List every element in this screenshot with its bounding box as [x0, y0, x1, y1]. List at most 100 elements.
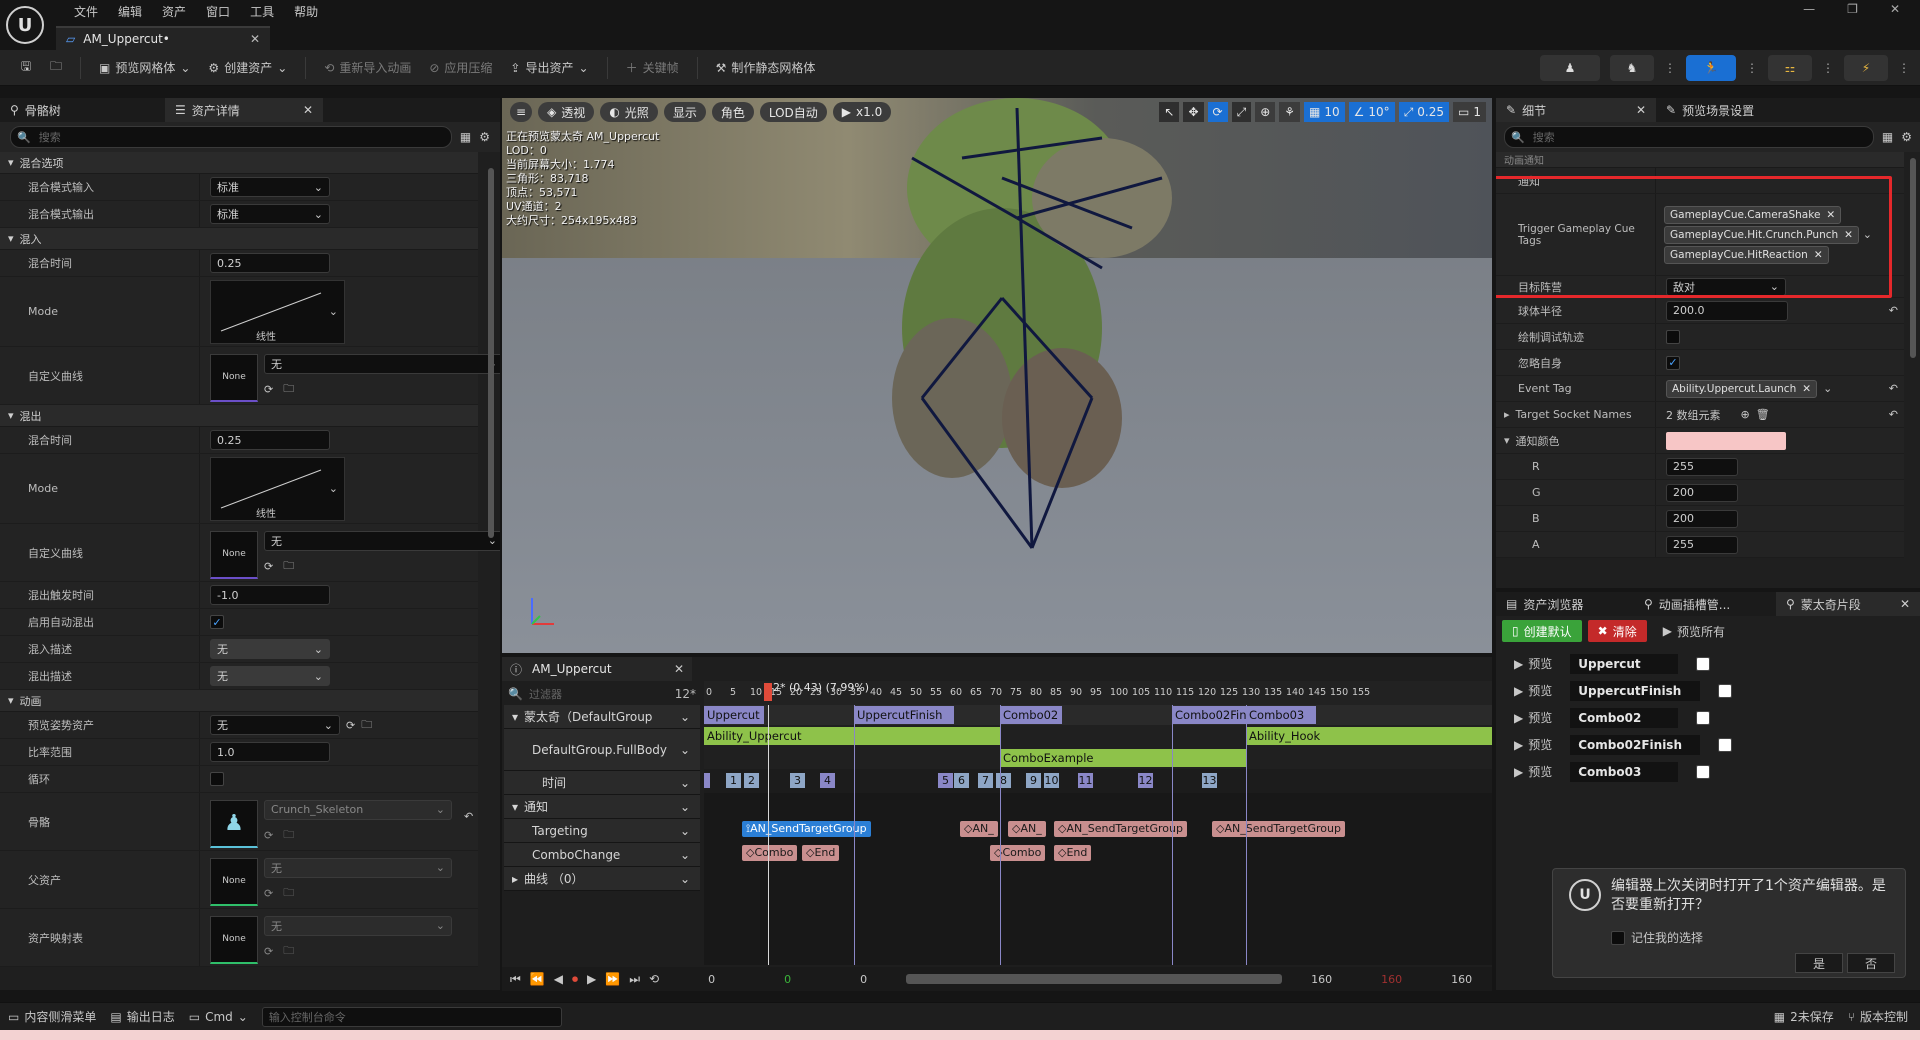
track-notifies[interactable]: ▾ 通知 ⌄: [504, 795, 700, 819]
unsaved-button[interactable]: ▦ 2未保存: [1774, 1008, 1834, 1025]
marker-1[interactable]: 1: [704, 773, 710, 788]
skeleton-select[interactable]: Crunch_Skeleton ⌄: [264, 799, 452, 820]
make-static-mesh-button[interactable]: ⚒ 制作静态网格体: [710, 59, 822, 76]
draw-debug-checkbox[interactable]: [1666, 329, 1680, 344]
character-button[interactable]: 角色: [711, 102, 754, 122]
marker-6[interactable]: 6: [954, 773, 969, 788]
notify-color-swatch[interactable]: [1666, 431, 1786, 450]
details-search-input[interactable]: 🔍 搜索: [1504, 126, 1874, 148]
surface-snap-icon[interactable]: ⚘: [1279, 102, 1301, 122]
create-default-button[interactable]: ▯ 创建默认: [1502, 620, 1582, 642]
add-element-icon[interactable]: ⊕: [1741, 408, 1750, 421]
tab-asset-browser[interactable]: ▤ 资产浏览器: [1496, 592, 1634, 616]
save-icon[interactable]: 🖫: [14, 57, 38, 78]
preview-mesh-button[interactable]: ▣ 预览网格体 ⌄: [93, 59, 196, 76]
section-loop-checkbox[interactable]: [1718, 737, 1733, 752]
close-icon[interactable]: ✕: [250, 32, 260, 46]
help-icon[interactable]: ⓘ: [510, 661, 522, 678]
tab-skeleton-tree[interactable]: ⚲ 骨骼树: [0, 98, 165, 122]
step-back-icon[interactable]: ⏪: [530, 972, 545, 986]
rotation-snap-toggle[interactable]: ∠ 10°: [1348, 102, 1395, 122]
track-montage[interactable]: ▾ 蒙太奇（DefaultGroup ⌄: [504, 705, 700, 729]
parent-asset-select[interactable]: 无 ⌄: [264, 857, 452, 878]
marker-10[interactable]: 10: [1044, 773, 1059, 788]
range-current[interactable]: 0: [860, 973, 867, 986]
blend-out-mode-curve[interactable]: ⌄ 线性: [210, 456, 345, 521]
section-loop-checkbox[interactable]: [1718, 683, 1733, 698]
marker-1[interactable]: 1: [726, 773, 741, 788]
scale-snap-toggle[interactable]: ⤢ 0.25: [1398, 102, 1450, 122]
perspective-button[interactable]: ◈ 透视: [538, 102, 595, 122]
timeline-tab[interactable]: ⓘ AM_Uppercut ✕: [502, 657, 692, 681]
notify-send-target-group[interactable]: ⟟AN_SendTargetGroup: [742, 821, 871, 837]
marker-3[interactable]: 3: [790, 773, 805, 788]
remove-tag-icon[interactable]: ✕: [1802, 383, 1811, 395]
browse-icon[interactable]: 🗀: [361, 716, 372, 735]
tab-anim-slots[interactable]: ⚲ 动画插槽管...: [1634, 592, 1776, 616]
table-view-icon[interactable]: ▦: [1882, 130, 1893, 144]
time-ruler[interactable]: 12* (0.43) (7.99%) 0 5 10 15 20 25 30 35…: [704, 681, 1492, 705]
notify-an[interactable]: ◇AN_: [1008, 821, 1046, 837]
reset-icon[interactable]: ↶: [1889, 382, 1898, 395]
reset-icon[interactable]: ↶: [464, 810, 473, 823]
marker-8[interactable]: 8: [996, 773, 1011, 788]
parent-asset-thumbnail[interactable]: None: [210, 857, 258, 906]
notify-an[interactable]: ◇AN_: [960, 821, 998, 837]
blueprint-mode-icon[interactable]: ⚏: [1768, 55, 1812, 81]
select-mode-icon[interactable]: ↖: [1159, 102, 1180, 122]
use-selected-icon[interactable]: ⟳: [264, 887, 273, 900]
table-view-icon[interactable]: ▦: [460, 130, 471, 144]
marker-9[interactable]: 9: [1026, 773, 1041, 788]
section-combo03[interactable]: Combo03: [1246, 706, 1316, 724]
color-b-input[interactable]: 200: [1666, 509, 1738, 528]
remember-checkbox[interactable]: [1611, 930, 1625, 945]
yes-button[interactable]: 是: [1795, 953, 1843, 973]
close-window-icon[interactable]: ✕: [1890, 2, 1900, 16]
section-combo02-finish[interactable]: Combo02Fin: [1172, 706, 1246, 724]
rate-scale-input[interactable]: 1.0: [210, 742, 330, 762]
blend-in-curve-select[interactable]: 无⌄: [264, 353, 500, 374]
section-name[interactable]: Combo02: [1570, 707, 1679, 728]
auto-blend-out-checkbox[interactable]: ✓: [210, 615, 224, 629]
preview-section-button[interactable]: ▶ 预览: [1514, 736, 1552, 753]
ignore-self-checkbox[interactable]: ✓: [1666, 355, 1680, 370]
segment-ability-uppercut[interactable]: Ability_Uppercut: [704, 727, 1000, 745]
range-end[interactable]: 160: [1311, 973, 1332, 986]
loop-icon[interactable]: ⟲: [649, 972, 659, 986]
close-icon[interactable]: ✕: [1900, 597, 1910, 611]
track-curves[interactable]: ▸ 曲线 （0） ⌄: [504, 867, 700, 891]
section-blend-out[interactable]: ▾ 混出: [0, 405, 478, 427]
playhead-handle[interactable]: [764, 683, 772, 701]
left-search-input[interactable]: 🔍 搜索: [10, 126, 452, 148]
restore-icon[interactable]: ❐: [1847, 2, 1858, 16]
animation-mode-icon[interactable]: 🏃: [1686, 55, 1736, 81]
lod-button[interactable]: LOD自动: [759, 102, 827, 122]
translate-icon[interactable]: ✥: [1183, 102, 1204, 122]
content-drawer-button[interactable]: ▭ 内容侧滑菜单: [8, 1008, 96, 1025]
console-input[interactable]: 输入控制台命令: [261, 1006, 562, 1027]
tab-asset-details[interactable]: ☰ 资产详情 ✕: [165, 98, 323, 122]
curve-thumbnail[interactable]: None: [210, 530, 258, 579]
menu-help[interactable]: 帮助: [284, 3, 328, 20]
notify-end[interactable]: ◇End: [802, 845, 840, 861]
apply-compression-button[interactable]: ⊘ 应用压缩: [423, 59, 498, 76]
section-loop-checkbox[interactable]: [1696, 710, 1711, 725]
blend-in-desc-select[interactable]: 无 ⌄: [210, 639, 330, 659]
blend-mode-out-select[interactable]: 标准 ⌄: [210, 204, 330, 224]
menu-window[interactable]: 窗口: [196, 3, 240, 20]
section-name[interactable]: UppercutFinish: [1570, 680, 1701, 701]
color-a-input[interactable]: 255: [1666, 535, 1738, 554]
skeleton-mode-icon[interactable]: ♟: [1540, 55, 1600, 81]
preview-section-button[interactable]: ▶ 预览: [1514, 763, 1552, 780]
output-log-button[interactable]: ▤ 输出日志: [110, 1008, 174, 1025]
step-forward-icon[interactable]: ⏩: [605, 972, 620, 986]
marker-11[interactable]: 11: [1078, 773, 1093, 788]
preview-section-button[interactable]: ▶ 预览: [1514, 682, 1552, 699]
settings-icon[interactable]: ⚙: [1901, 130, 1912, 144]
menu-edit[interactable]: 编辑: [108, 3, 152, 20]
blend-in-mode-curve[interactable]: ⌄ 线性: [210, 279, 345, 344]
no-button[interactable]: 否: [1847, 953, 1895, 973]
section-combo02[interactable]: Combo02: [1000, 706, 1062, 724]
blend-out-curve-select[interactable]: 无 ⌄: [264, 530, 500, 551]
segment-combo-example[interactable]: ComboExample: [1000, 749, 1246, 767]
